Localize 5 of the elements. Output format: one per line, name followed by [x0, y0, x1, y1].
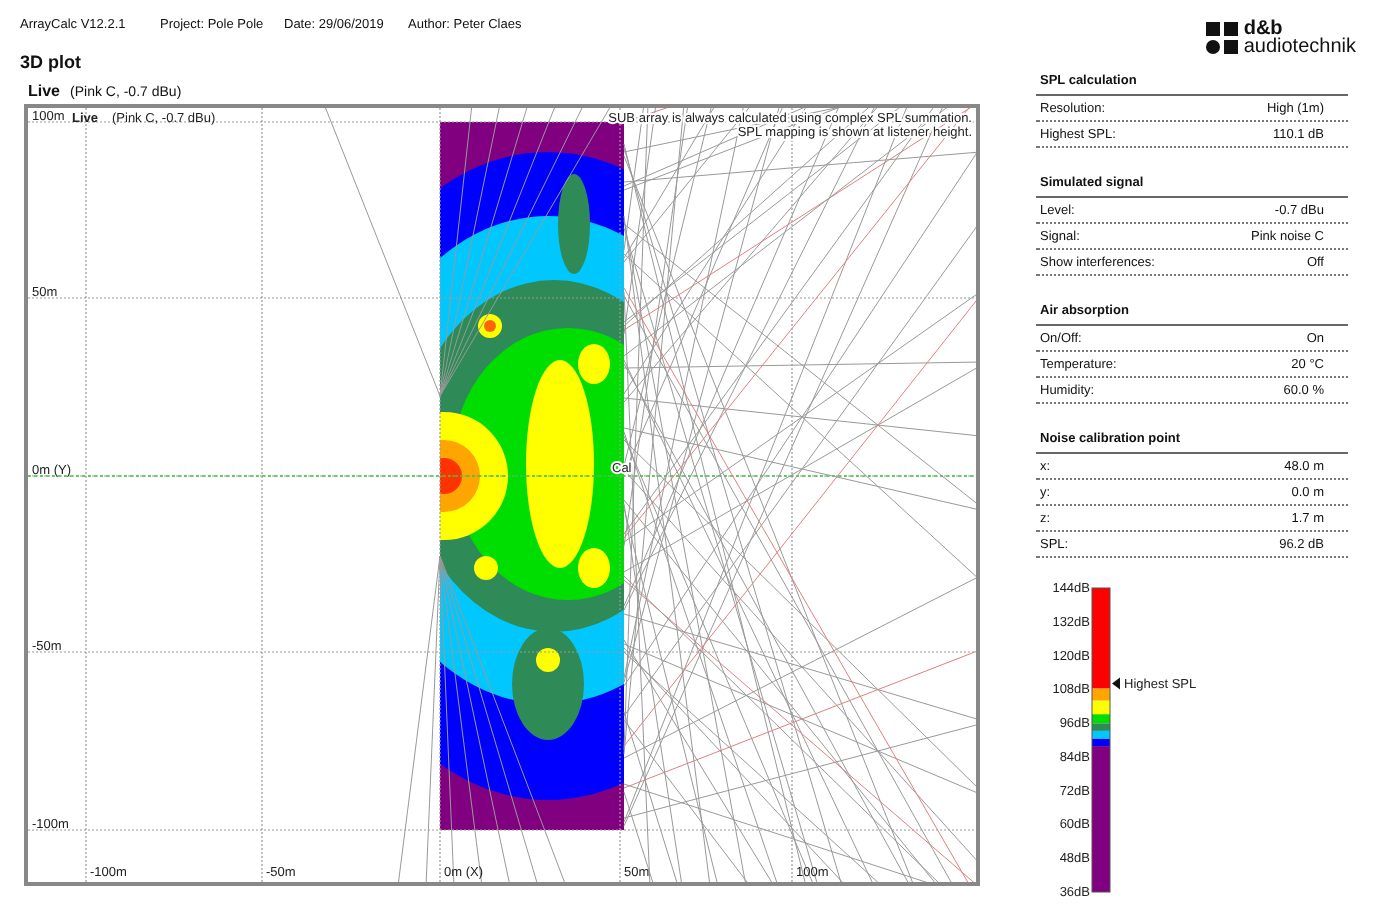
logo-name: audiotechnik — [1243, 38, 1356, 56]
page-title: 3D plot — [20, 52, 83, 72]
logo-icon — [1205, 22, 1238, 54]
plot-title: Live — [28, 82, 61, 100]
logo-brand: d&b — [1243, 20, 1283, 38]
